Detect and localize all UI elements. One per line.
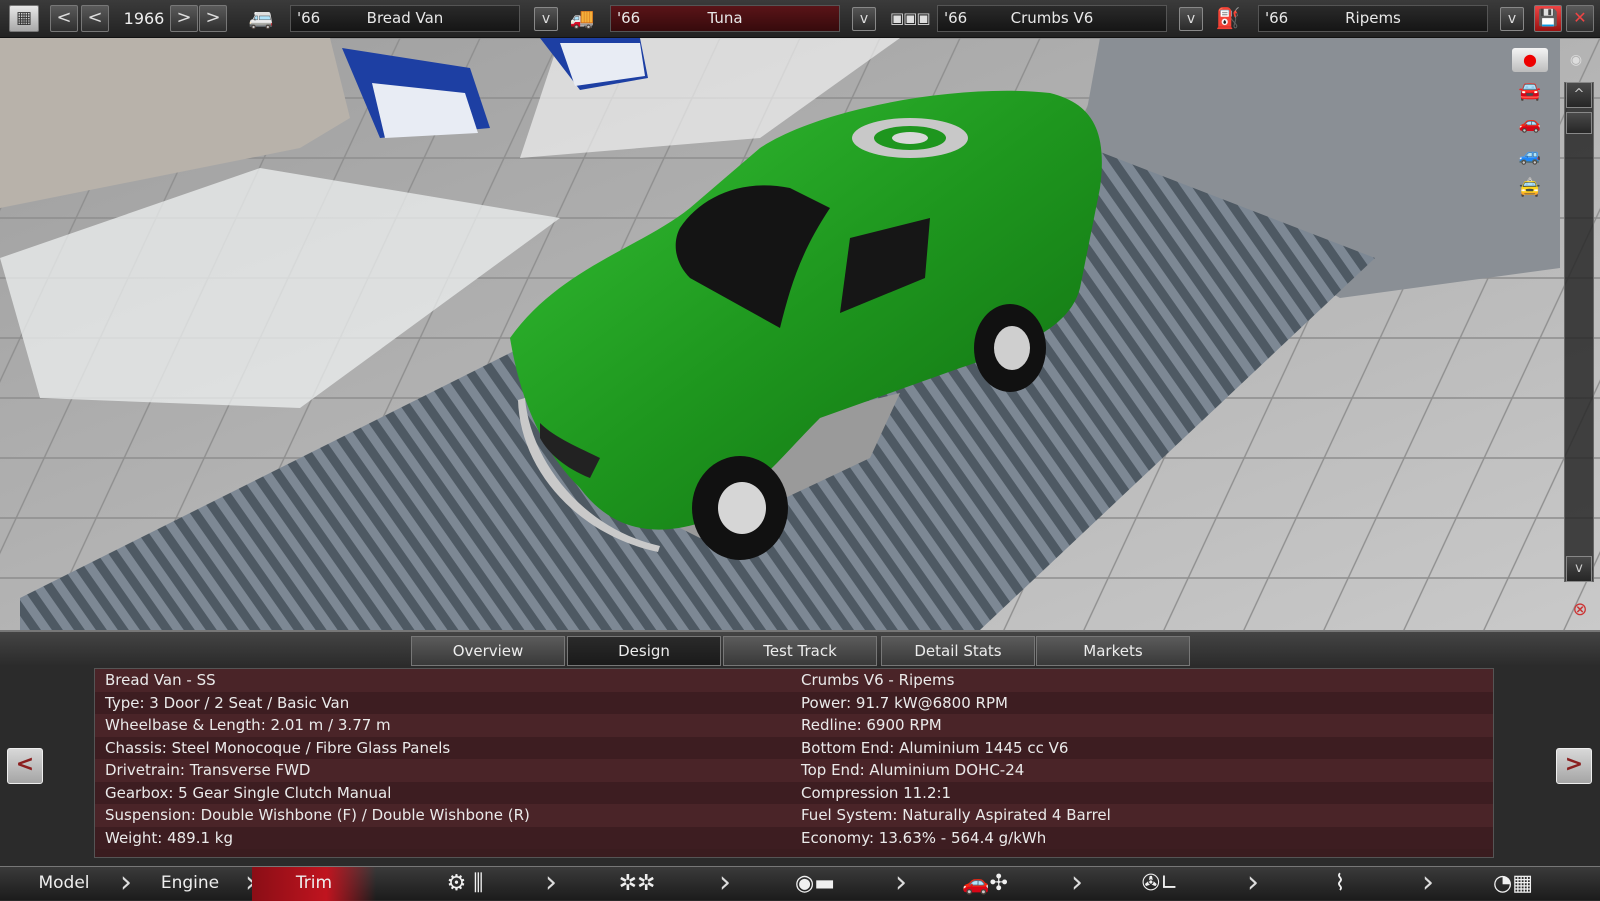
- table-row: Weight: 489.1 kg Economy: 13.63% - 564.4…: [95, 826, 1493, 849]
- scroll-up-button[interactable]: ^: [1566, 82, 1592, 108]
- gearbox-icon[interactable]: ⚙ ⫼: [430, 871, 500, 897]
- year-prev-fast-button[interactable]: <: [50, 5, 78, 32]
- info-tabs-bar: Overview Design Test Track Detail Stats …: [0, 630, 1600, 666]
- model-name: Bread Van: [366, 9, 444, 27]
- view-side-icon[interactable]: 🚗: [1512, 112, 1548, 136]
- tab-overview[interactable]: Overview: [411, 636, 565, 666]
- reset-view-icon[interactable]: ⊗: [1562, 598, 1598, 622]
- nav-trim[interactable]: Trim: [252, 867, 376, 901]
- body-aero-icon[interactable]: ◉▬: [775, 871, 855, 897]
- stat-right: Power: 91.7 kW@6800 RPM: [801, 693, 1008, 712]
- table-row: Type: 3 Door / 2 Seat / Basic Van Power:…: [95, 691, 1493, 714]
- table-row: Gearbox: 5 Gear Single Clutch Manual Com…: [95, 781, 1493, 804]
- stats-table: Bread Van - SS Crumbs V6 - Ripems Type: …: [94, 668, 1494, 858]
- model-select[interactable]: '66 Bread Van: [290, 5, 520, 32]
- year-value: 1966: [123, 9, 165, 28]
- tab-design[interactable]: Design: [567, 636, 721, 666]
- scroll-thumb[interactable]: [1566, 112, 1592, 134]
- interior-steering-icon[interactable]: ✇∟: [1130, 871, 1190, 897]
- nav-engine[interactable]: Engine: [128, 867, 252, 901]
- chevron-right-icon: ›: [719, 865, 731, 900]
- panel-prev-button[interactable]: <: [7, 748, 43, 784]
- eye-icon[interactable]: ◉: [1556, 48, 1596, 72]
- zoom-scrollbar[interactable]: [1564, 82, 1594, 582]
- engine-variant-name: Ripems: [1345, 9, 1401, 27]
- year-prev-button[interactable]: <: [81, 5, 109, 32]
- save-icon[interactable]: 💾: [1534, 5, 1562, 32]
- suspension-spring-icon[interactable]: ⌇: [1320, 871, 1360, 897]
- stat-right: Fuel System: Naturally Aspirated 4 Barre…: [801, 806, 1111, 824]
- stats-panel: < Bread Van - SS Crumbs V6 - Ripems Type…: [0, 666, 1600, 866]
- table-row: Suspension: Double Wishbone (F) / Double…: [95, 804, 1493, 827]
- model-dropdown-button[interactable]: v: [534, 7, 558, 31]
- scroll-down-button[interactable]: v: [1566, 556, 1592, 582]
- table-row: Chassis: Steel Monocoque / Fibre Glass P…: [95, 736, 1493, 759]
- bottom-navigation: Model › Engine › Trim ⚙ ⫼ › ✲✲ › ◉▬ › 🚗✣…: [0, 865, 1600, 901]
- top-toolbar: ▦ < < 1966 > > 🚐 '66 Bread Van v 🚚 '66 T…: [0, 0, 1600, 38]
- panel-next-button[interactable]: >: [1556, 748, 1592, 784]
- table-row: Drivetrain: Transverse FWD Top End: Alum…: [95, 759, 1493, 782]
- engine-variant-select[interactable]: '66 Ripems: [1258, 5, 1488, 32]
- cooling-fan-icon[interactable]: 🚗✣: [925, 871, 1045, 897]
- car-3d-viewport[interactable]: [0, 38, 1600, 630]
- engine-name: Crumbs V6: [1010, 9, 1094, 27]
- engine-variant-icon: ⛽: [1215, 6, 1241, 30]
- chevron-right-icon: ›: [1071, 865, 1083, 900]
- stat-right: Bottom End: Aluminium 1445 cc V6: [801, 738, 1069, 757]
- stat-left: Gearbox: 5 Gear Single Clutch Manual: [105, 783, 392, 802]
- stat-left: Suspension: Double Wishbone (F) / Double…: [105, 806, 530, 824]
- year-next-button[interactable]: >: [170, 5, 198, 32]
- stat-left: Drivetrain: Transverse FWD: [105, 761, 311, 779]
- nav-model[interactable]: Model: [0, 867, 128, 901]
- engine-select[interactable]: '66 Crumbs V6: [937, 5, 1167, 32]
- finish-flag-icon[interactable]: ◔▦: [1478, 871, 1548, 897]
- close-button[interactable]: ✕: [1566, 5, 1594, 32]
- car-trim-icon: 🚚: [569, 6, 595, 30]
- chevron-right-icon: ›: [545, 865, 557, 900]
- view-front-icon[interactable]: 🚘: [1512, 80, 1548, 104]
- stat-right: Compression 11.2:1: [801, 783, 952, 802]
- stat-right: Crumbs V6 - Ripems: [801, 671, 955, 689]
- view-rear-icon[interactable]: 🚙: [1512, 144, 1548, 168]
- view-perspective-icon[interactable]: 🚖: [1512, 176, 1548, 200]
- chevron-right-icon: ›: [1247, 865, 1259, 900]
- stat-right: Top End: Aluminium DOHC-24: [801, 761, 1025, 779]
- trim-dropdown-button[interactable]: v: [852, 7, 876, 31]
- chevron-right-icon: ›: [1422, 865, 1434, 900]
- garage-scene: [0, 38, 1600, 630]
- trim-select[interactable]: '66 Tuna: [610, 5, 840, 32]
- engine-variant-dropdown-button[interactable]: v: [1500, 7, 1524, 31]
- table-row: Bread Van - SS Crumbs V6 - Ripems: [95, 669, 1493, 692]
- calendar-icon[interactable]: ▦: [9, 5, 39, 32]
- engine-block-icon: ▣▣▣: [890, 9, 931, 27]
- tab-markets[interactable]: Markets: [1036, 636, 1190, 666]
- stat-left: Bread Van - SS: [105, 671, 216, 689]
- camera-record-icon[interactable]: ●: [1512, 48, 1548, 72]
- car-model-icon: 🚐: [248, 6, 274, 30]
- table-row: Wheelbase & Length: 2.01 m / 3.77 m Redl…: [95, 714, 1493, 737]
- trim-name: Tuna: [707, 9, 743, 27]
- stat-right: Redline: 6900 RPM: [801, 716, 942, 734]
- stat-right: Economy: 13.63% - 564.4 g/kWh: [801, 828, 1047, 847]
- tab-detail-stats[interactable]: Detail Stats: [881, 636, 1035, 666]
- stat-left: Weight: 489.1 kg: [105, 828, 233, 847]
- stat-left: Wheelbase & Length: 2.01 m / 3.77 m: [105, 716, 391, 734]
- engine-dropdown-button[interactable]: v: [1179, 7, 1203, 31]
- wheels-icon[interactable]: ✲✲: [602, 871, 672, 897]
- stat-left: Type: 3 Door / 2 Seat / Basic Van: [105, 693, 350, 712]
- tab-test-track[interactable]: Test Track: [723, 636, 877, 666]
- stat-left: Chassis: Steel Monocoque / Fibre Glass P…: [105, 738, 451, 757]
- chevron-right-icon: ›: [895, 865, 907, 900]
- year-next-fast-button[interactable]: >: [199, 5, 227, 32]
